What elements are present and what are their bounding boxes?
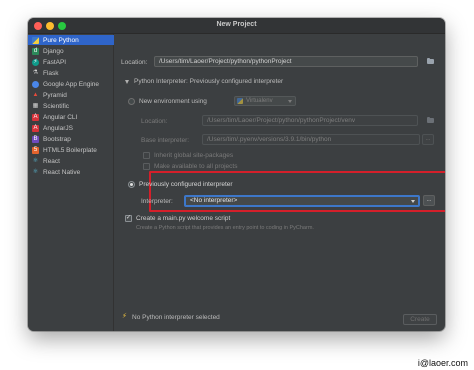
welcome-script-label: Create a main.py welcome script	[136, 215, 231, 222]
venv-location-field[interactable]: /Users/tim/Laoer/Project/python/pythonPr…	[202, 115, 418, 126]
sidebar-item-label: Flask	[43, 69, 59, 77]
sidebar-item-label: Scientific	[43, 102, 70, 110]
angular-icon: A	[32, 113, 39, 121]
make-available-checkbox[interactable]	[143, 163, 150, 170]
welcome-script-description: Create a Python script that provides an …	[136, 225, 314, 231]
new-project-window: New Project Pure Python d Django ⚡ FastA…	[28, 18, 445, 331]
expand-triangle-icon[interactable]	[125, 80, 129, 84]
sidebar-item-pure-python[interactable]: Pure Python	[28, 35, 114, 45]
interpreter-browse-button[interactable]: ...	[423, 195, 435, 206]
sidebar-item-label: React	[43, 157, 60, 165]
chevron-down-icon	[411, 200, 415, 203]
sidebar-item-label: AngularJS	[43, 124, 73, 132]
sidebar-item-label: Bootstrap	[43, 135, 71, 143]
google-app-engine-icon	[32, 80, 39, 88]
sidebar-item-label: React Native	[43, 168, 81, 176]
sidebar-item-label: Google App Engine	[43, 80, 100, 88]
title-bar: New Project	[28, 18, 445, 34]
scientific-icon: ▦	[32, 102, 39, 109]
sidebar-item-label: Pyramid	[43, 91, 67, 99]
watermark: i@laoer.com	[417, 358, 468, 368]
browse-location-button[interactable]	[425, 57, 435, 66]
sidebar-item-angularjs[interactable]: A AngularJS	[28, 123, 114, 133]
venv-location-label: Location:	[141, 118, 168, 125]
make-available-label: Make available to all projects	[154, 163, 238, 170]
new-environment-label: New environment using	[139, 98, 207, 105]
welcome-script-checkbox[interactable]: ✓	[125, 215, 132, 222]
interpreter-value: <No interpreter>	[190, 197, 238, 204]
python-icon	[32, 36, 39, 44]
create-button[interactable]: Create	[403, 314, 437, 325]
django-icon: d	[32, 47, 39, 55]
sidebar-item-bootstrap[interactable]: B Bootstrap	[28, 134, 114, 144]
sidebar-item-flask[interactable]: ⚗ Flask	[28, 68, 114, 78]
react-icon: ⚛	[32, 157, 39, 164]
browse-venv-location-button[interactable]	[425, 116, 435, 125]
folder-icon	[426, 117, 434, 123]
base-interpreter-field[interactable]: /Users/tim/.pyenv/versions/3.9.1/bin/pyt…	[202, 134, 420, 145]
sidebar-item-google-app-engine[interactable]: Google App Engine	[28, 79, 114, 89]
warning-message: No Python interpreter selected	[132, 314, 220, 321]
sidebar-item-label: FastAPI	[43, 58, 67, 66]
sidebar-item-label: Django	[43, 47, 64, 55]
sidebar-item-django[interactable]: d Django	[28, 46, 114, 56]
sidebar-item-fastapi[interactable]: ⚡ FastAPI	[28, 57, 114, 67]
settings-panel: Location: /Users/tim/Laoer/Project/pytho…	[114, 34, 445, 331]
sidebar-item-html5-boilerplate[interactable]: 5 HTML5 Boilerplate	[28, 145, 114, 155]
chevron-down-icon	[288, 100, 292, 103]
virtualenv-icon	[237, 98, 243, 104]
react-native-icon: ⚛	[32, 168, 39, 175]
base-interpreter-browse-button[interactable]: ...	[422, 134, 434, 145]
sidebar-item-angular-cli[interactable]: A Angular CLI	[28, 112, 114, 122]
project-type-sidebar: Pure Python d Django ⚡ FastAPI ⚗ Flask G…	[28, 34, 114, 331]
sidebar-item-label: HTML5 Boilerplate	[43, 146, 97, 154]
inherit-packages-checkbox[interactable]	[143, 152, 150, 159]
sidebar-item-scientific[interactable]: ▦ Scientific	[28, 101, 114, 111]
environment-tool-value: Virtualenv	[246, 98, 273, 104]
sidebar-item-label: Angular CLI	[43, 113, 78, 121]
environment-tool-select[interactable]: Virtualenv	[234, 96, 296, 106]
sidebar-item-react-native[interactable]: ⚛ React Native	[28, 167, 114, 177]
previous-interpreter-label: Previously configured interpreter	[139, 181, 233, 188]
base-interpreter-label: Base interpreter:	[141, 137, 190, 144]
fastapi-icon: ⚡	[32, 58, 39, 66]
inherit-packages-label: Inherit global site-packages	[154, 152, 234, 159]
html5-icon: 5	[32, 146, 39, 154]
sidebar-item-react[interactable]: ⚛ React	[28, 156, 114, 166]
new-environment-radio[interactable]	[128, 98, 135, 105]
warning-icon: ⚡	[122, 313, 127, 320]
window-title: New Project	[216, 21, 257, 28]
interpreter-section-title: Python Interpreter: Previously configure…	[134, 78, 284, 85]
sidebar-item-pyramid[interactable]: ▲ Pyramid	[28, 90, 114, 100]
bootstrap-icon: B	[32, 135, 39, 143]
location-field[interactable]: /Users/tim/Laoer/Project/python/pythonPr…	[154, 56, 418, 67]
angularjs-icon: A	[32, 124, 39, 132]
location-label: Location:	[121, 59, 148, 66]
sidebar-item-label: Pure Python	[43, 36, 79, 44]
flask-icon: ⚗	[32, 69, 39, 76]
folder-icon	[426, 58, 434, 64]
interpreter-label: Interpreter:	[141, 198, 173, 205]
previous-interpreter-radio[interactable]	[128, 181, 135, 188]
pyramid-icon: ▲	[32, 91, 39, 98]
interpreter-select[interactable]: <No interpreter>	[184, 195, 420, 207]
